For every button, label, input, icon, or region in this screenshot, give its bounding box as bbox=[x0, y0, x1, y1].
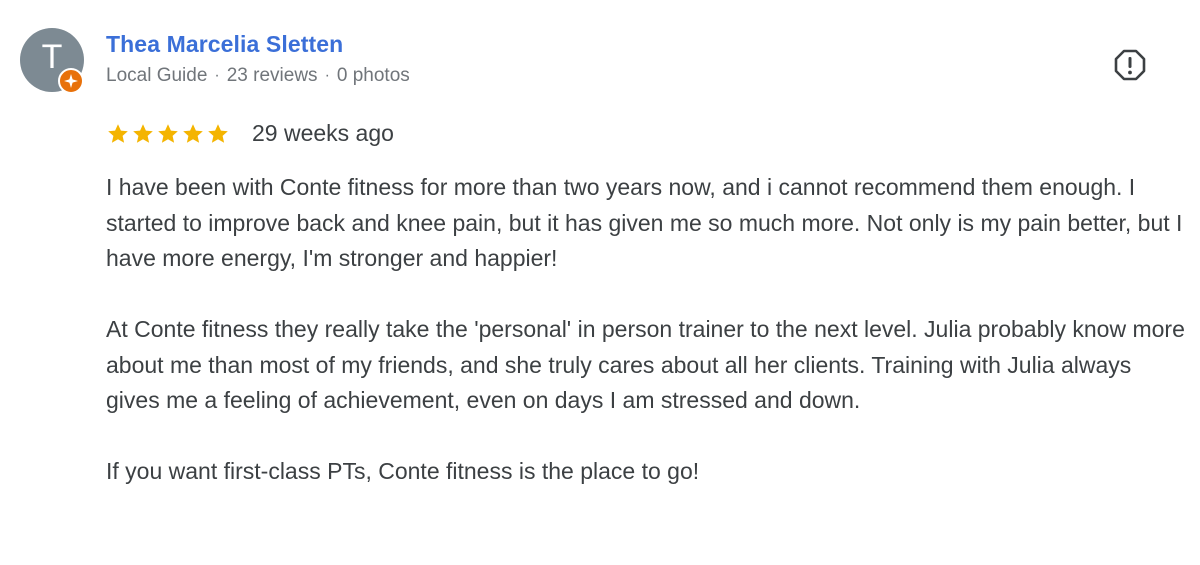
rating-row: 29 weeks ago bbox=[106, 120, 394, 147]
review-card: T Thea Marcelia Sletten Local Guide · 23… bbox=[0, 0, 1200, 565]
star-icon bbox=[158, 123, 178, 143]
avatar-letter: T bbox=[41, 38, 63, 76]
star-rating bbox=[106, 122, 230, 146]
reviewer-meta: Local Guide · 23 reviews · 0 photos bbox=[106, 65, 410, 87]
review-text: I have been with Conte fitness for more … bbox=[106, 170, 1186, 490]
star-icon bbox=[108, 123, 128, 143]
local-guide-badge-icon bbox=[58, 68, 84, 94]
report-flag-icon[interactable] bbox=[1112, 47, 1148, 83]
star-icon bbox=[208, 123, 228, 143]
review-paragraph: At Conte fitness they really take the 'p… bbox=[106, 316, 1185, 413]
star-icon bbox=[133, 123, 153, 143]
reviewer-role: Local Guide bbox=[106, 65, 208, 86]
meta-separator: · bbox=[214, 67, 220, 84]
photos-count: 0 photos bbox=[336, 65, 410, 86]
reviewer-name-link[interactable]: Thea Marcelia Sletten bbox=[106, 31, 343, 58]
meta-separator: · bbox=[324, 67, 330, 84]
reviews-count: 23 reviews bbox=[226, 65, 318, 86]
review-paragraph: I have been with Conte fitness for more … bbox=[106, 174, 1183, 271]
star-icon bbox=[183, 123, 203, 143]
review-paragraph: If you want first-class PTs, Conte fitne… bbox=[106, 458, 700, 484]
review-date: 29 weeks ago bbox=[252, 120, 394, 146]
